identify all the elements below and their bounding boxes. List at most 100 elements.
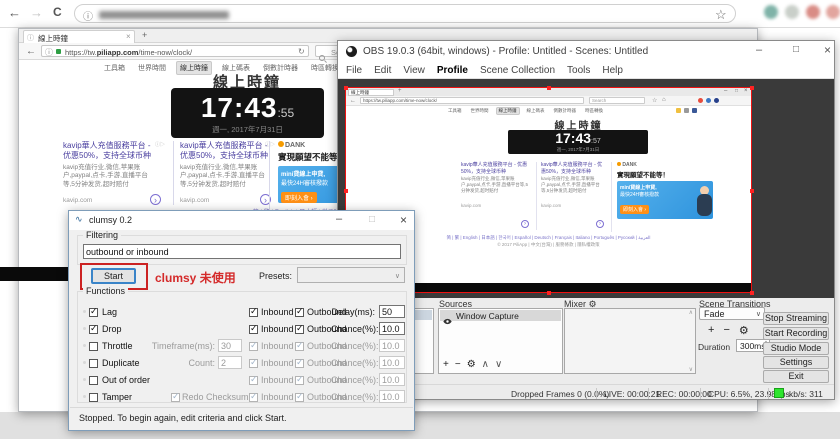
remove-transition-icon[interactable]: − (723, 324, 729, 337)
close-icon[interactable]: × (400, 213, 407, 227)
lag-checkbox[interactable] (89, 308, 98, 317)
lag-outbound-checkbox[interactable] (295, 308, 304, 317)
maximize-icon[interactable]: □ (793, 44, 799, 55)
reload-icon[interactable]: ↻ (298, 47, 305, 56)
close-icon[interactable]: × (824, 43, 831, 57)
menu-help[interactable]: Help (602, 65, 623, 76)
drop-chance-input[interactable] (379, 322, 405, 335)
annotation-text: clumsy 未使用 (155, 269, 236, 286)
minimize-icon[interactable]: – (756, 44, 762, 56)
exit-button[interactable]: Exit (763, 370, 829, 383)
throttle-timeframe-input (218, 339, 242, 352)
bookmark-star-icon[interactable]: ☆ (715, 7, 727, 23)
clumsy-titlebar[interactable]: ∿ clumsy 0.2 – □ × (69, 211, 414, 230)
source-properties-icon[interactable]: ⚙ (467, 359, 476, 370)
capture-site-nav: 工具箱 世界時間 線上時鐘 線上碼表 倒數計時器 時區轉換 (446, 107, 605, 115)
profile-avatar[interactable] (826, 5, 840, 19)
obs-titlebar[interactable]: OBS 19.0.3 (64bit, windows) - Profile: U… (338, 41, 835, 63)
resize-handle[interactable] (344, 189, 348, 193)
studio-mode-button[interactable]: Studio Mode (763, 342, 829, 355)
remove-source-icon[interactable]: − (455, 359, 461, 370)
banner-button[interactable]: 即刻入會 › (281, 192, 317, 203)
transition-properties-icon[interactable]: ⚙ (739, 324, 749, 337)
lag-delay-input[interactable] (379, 305, 405, 318)
adchoices-icon[interactable]: ⓘ▷ (155, 141, 165, 148)
filter-input[interactable] (83, 244, 401, 259)
scroll-down-icon[interactable]: ∨ (689, 366, 693, 373)
capture-social-icon (684, 108, 689, 113)
drop-checkbox[interactable] (89, 325, 98, 334)
transition-select[interactable]: Fade ∨ (699, 307, 765, 320)
drop-inbound-checkbox[interactable] (249, 325, 258, 334)
menu-edit[interactable]: Edit (374, 65, 391, 76)
resize-handle[interactable] (547, 291, 551, 295)
menu-tools[interactable]: Tools (567, 65, 590, 76)
forward-icon[interactable]: → (30, 5, 43, 20)
ad-arrow-icon[interactable]: › (150, 194, 161, 205)
scroll-up-icon[interactable]: ∧ (689, 309, 693, 316)
extension-icon[interactable] (806, 5, 820, 19)
resize-handle[interactable] (344, 86, 348, 90)
rec-time: REC: 00:00:00 (656, 389, 712, 399)
info-icon[interactable]: ⓘ (83, 8, 93, 23)
outoforder-checkbox[interactable] (89, 376, 98, 385)
ad-link[interactable]: kavip.com (63, 197, 92, 204)
desktop: ← → C ⓘ ☆ ⓘ 線上時鐘 × + ← ⓘ (0, 0, 840, 439)
duplicate-outbound-checkbox (295, 359, 304, 368)
search-icon (319, 55, 325, 61)
reload-icon[interactable]: C (53, 5, 62, 19)
obs-logo-icon (346, 46, 357, 57)
page-info-icon[interactable]: ⓘ (45, 47, 53, 58)
extension-icon[interactable] (764, 5, 778, 19)
stop-streaming-button[interactable]: Stop Streaming (763, 312, 829, 325)
clock-widget: 17:43:55 週一, 2017年7月31日 (171, 88, 324, 138)
resize-handle[interactable] (750, 291, 754, 295)
new-tab-icon[interactable]: + (142, 30, 147, 40)
source-row[interactable]: Window Capture (440, 310, 561, 321)
url-field[interactable]: ⓘ https://tw.piliapp.com/time-now/clock/… (41, 45, 309, 57)
duplicate-checkbox[interactable] (89, 359, 98, 368)
resize-handle[interactable] (750, 86, 754, 90)
back-icon[interactable]: ← (8, 5, 21, 20)
minimize-icon[interactable]: – (336, 213, 342, 225)
lag-inbound-checkbox[interactable] (249, 308, 258, 317)
ad-title[interactable]: kavip華人充值服務平台 - 优惠50%，支持全球币种 (63, 141, 158, 162)
start-button[interactable]: Start (91, 268, 136, 284)
tamper-inbound-label: Inbound (261, 392, 294, 402)
start-recording-button[interactable]: Start Recording (763, 327, 829, 340)
throttle-checkbox[interactable] (89, 342, 98, 351)
resize-handle[interactable] (547, 86, 551, 90)
back-icon[interactable]: ← (26, 46, 36, 57)
ad-title[interactable]: kavip華人充值服務平台 - 优惠50%，支持全球币种 (180, 141, 275, 162)
menu-scene-collection[interactable]: Scene Collection (480, 65, 555, 76)
capture-max-icon: □ (735, 88, 738, 94)
menu-profile[interactable]: Profile (437, 65, 468, 76)
resize-handle[interactable] (750, 189, 754, 193)
move-up-icon[interactable]: ∧ (482, 359, 489, 370)
ad-link[interactable]: kavip.com (180, 197, 209, 204)
add-transition-icon[interactable]: + (708, 324, 714, 337)
source-name[interactable]: Window Capture (456, 311, 519, 321)
tab-close-icon[interactable]: × (126, 32, 131, 41)
url-prefix: https://tw. (65, 48, 97, 57)
capture-ad-dbank: DANK 實現願望不能等！ mini貸線上申貸, 最快24H審核撥款 即刻入會 … (611, 162, 716, 232)
drop-outbound-checkbox[interactable] (295, 325, 304, 334)
tamper-label: Tamper (102, 392, 132, 402)
obs-window-title: OBS 19.0.3 (64bit, windows) - Profile: U… (363, 46, 648, 57)
url-bar[interactable]: ⓘ ☆ (74, 4, 736, 23)
move-down-icon[interactable]: ∨ (495, 359, 502, 370)
tamper-checkbox[interactable] (89, 393, 98, 402)
extension-icon[interactable] (785, 5, 799, 19)
mixer-panel[interactable]: ∧ ∨ (564, 308, 696, 374)
obs-menubar: File Edit View Profile Scene Collection … (338, 63, 835, 79)
ad-kavip-2[interactable]: ⓘ▷ kavip華人充值服務平台 - 优惠50%，支持全球币种 kavip充值行… (173, 141, 275, 205)
settings-button[interactable]: Settings (763, 356, 829, 369)
ad-kavip-1[interactable]: ⓘ▷ kavip華人充值服務平台 - 优惠50%，支持全球币种 kavip充值行… (63, 141, 165, 205)
menu-file[interactable]: File (346, 65, 362, 76)
tab-online-clock[interactable]: ⓘ 線上時鐘 × (23, 30, 135, 43)
visibility-eye-icon[interactable] (443, 312, 452, 330)
sources-listbox[interactable]: Window Capture + − ⚙ ∧ ∨ (438, 308, 563, 374)
duplicate-count-label: Count: (147, 358, 215, 368)
add-source-icon[interactable]: + (443, 359, 449, 370)
menu-view[interactable]: View (403, 65, 425, 76)
